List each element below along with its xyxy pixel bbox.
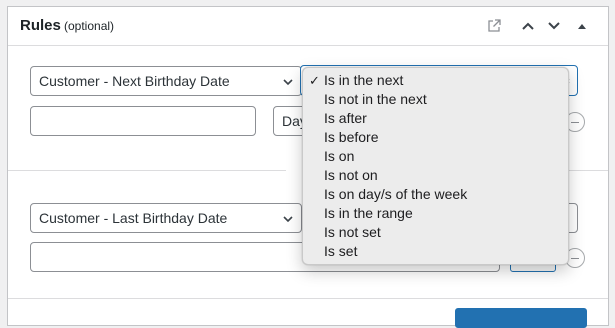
- rule1-amount-field[interactable]: [30, 106, 256, 136]
- dropdown-option-label: Is on day/s of the week: [324, 186, 468, 202]
- checkmark-icon: ✓: [309, 73, 320, 88]
- chevron-down-icon: [283, 216, 293, 223]
- rule2-field-select[interactable]: Customer - Last Birthday Date: [30, 203, 302, 233]
- operator-dropdown-menu: ✓ Is in the next Is not in the next Is afte…: [302, 67, 569, 265]
- external-link-icon[interactable]: [486, 18, 502, 34]
- dropdown-option[interactable]: Is in the range: [303, 204, 568, 223]
- footer-divider: [8, 298, 608, 299]
- dropdown-option-label: Is not set: [324, 224, 381, 240]
- dropdown-option-label: Is set: [324, 243, 358, 259]
- dropdown-option[interactable]: Is on: [303, 147, 568, 166]
- dropdown-option-label: Is not in the next: [324, 91, 427, 107]
- or-divider-left: [8, 170, 286, 171]
- panel-subtitle: (optional): [64, 19, 115, 33]
- rule1-amount-input[interactable]: [31, 107, 255, 135]
- dropdown-option[interactable]: Is before: [303, 128, 568, 147]
- panel-header: Rules (optional): [8, 7, 608, 46]
- rule1-field-value: Customer - Next Birthday Date: [39, 73, 230, 89]
- dropdown-option[interactable]: ✓ Is in the next: [303, 71, 568, 90]
- chevron-down-icon[interactable]: [546, 18, 562, 34]
- dropdown-option-label: Is after: [324, 110, 367, 126]
- dropdown-option[interactable]: Is set: [303, 242, 568, 261]
- dropdown-option-label: Is before: [324, 129, 379, 145]
- dropdown-option-label: Is on: [324, 148, 355, 164]
- dropdown-option[interactable]: Is not set: [303, 223, 568, 242]
- chevron-down-icon: [283, 79, 293, 86]
- dropdown-option[interactable]: Is on day/s of the week: [303, 185, 568, 204]
- dropdown-option-label: Is in the next: [324, 72, 404, 88]
- dropdown-option[interactable]: Is after: [303, 109, 568, 128]
- chevron-up-icon[interactable]: [520, 18, 536, 34]
- dropdown-option[interactable]: Is not in the next: [303, 90, 568, 109]
- add-rule-button[interactable]: [455, 308, 587, 328]
- dropdown-option-label: Is not on: [324, 167, 378, 183]
- panel-title: Rules: [20, 17, 61, 34]
- dropdown-option-label: Is in the range: [324, 205, 413, 221]
- dropdown-option[interactable]: Is not on: [303, 166, 568, 185]
- rule1-field-select[interactable]: Customer - Next Birthday Date: [30, 66, 302, 96]
- caret-up-icon[interactable]: [574, 18, 590, 34]
- rule2-field-value: Customer - Last Birthday Date: [39, 210, 228, 226]
